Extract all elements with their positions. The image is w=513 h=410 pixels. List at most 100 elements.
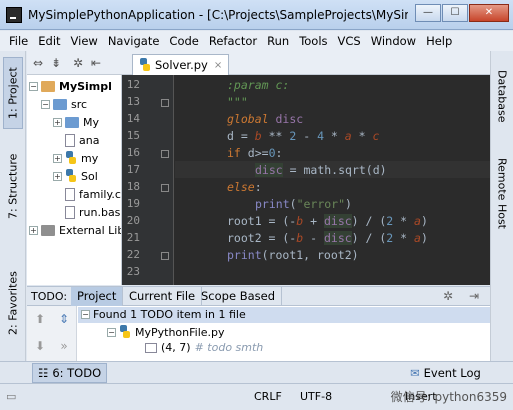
- tree-item-external-libraries[interactable]: + External Lib: [29, 221, 121, 239]
- python-file-icon: [119, 325, 131, 339]
- collapse-all-icon[interactable]: »: [57, 339, 71, 353]
- menu-vcs[interactable]: VCS: [333, 34, 366, 48]
- collapse-icon[interactable]: −: [29, 81, 38, 91]
- tab-structure[interactable]: 7: Structure: [3, 146, 23, 226]
- expand-icon[interactable]: +: [29, 225, 38, 235]
- scroll-from-source-icon[interactable]: ⇔: [31, 56, 45, 70]
- todo-item-row[interactable]: (4, 7) # todo smth: [145, 341, 263, 354]
- menu-code[interactable]: Code: [164, 34, 203, 48]
- fold-marker-icon[interactable]: [161, 99, 169, 107]
- tree-root[interactable]: − MySimpl: [29, 77, 112, 95]
- line-number: 22: [126, 248, 140, 261]
- file-icon: [65, 205, 75, 219]
- menu-run[interactable]: Run: [262, 34, 294, 48]
- fold-marker-icon[interactable]: [161, 150, 169, 158]
- collapse-icon[interactable]: −: [81, 310, 90, 319]
- close-tab-icon[interactable]: ×: [214, 60, 222, 71]
- todo-title: TODO:: [31, 290, 68, 303]
- minimize-button[interactable]: —: [415, 4, 441, 22]
- project-tree: − MySimpl − src + My ana + my + Sol fami…: [27, 75, 122, 285]
- arrow-up-icon[interactable]: ⬆: [33, 312, 47, 326]
- tab-favorites[interactable]: 2: Favorites: [3, 266, 23, 341]
- tab-event-log[interactable]: ✉ Event Log: [405, 363, 486, 383]
- fold-marker-icon[interactable]: [161, 184, 169, 192]
- tree-item-label: src: [71, 97, 88, 111]
- tree-item-label: my: [81, 151, 99, 165]
- fold-marker-icon[interactable]: [161, 252, 169, 260]
- tab-todo-current-file[interactable]: Current File: [123, 287, 203, 306]
- line-number: 18: [126, 180, 140, 193]
- gear-icon[interactable]: ✲: [441, 289, 455, 303]
- file-icon: [65, 187, 75, 201]
- collapse-icon[interactable]: −: [107, 327, 116, 337]
- editor-tab-bar: Solver.py ×: [122, 51, 490, 75]
- bottom-tool-tabs: ☷ 6: TODO ✉ Event Log: [0, 361, 513, 383]
- menu-navigate[interactable]: Navigate: [103, 34, 165, 48]
- tree-item-label: ana: [79, 133, 100, 147]
- tree-item-file[interactable]: family.c: [65, 185, 121, 203]
- expand-icon[interactable]: +: [53, 153, 62, 163]
- tree-item-file[interactable]: + Sol: [53, 167, 98, 185]
- menu-help[interactable]: Help: [421, 34, 457, 48]
- hide-panel-icon[interactable]: ⇥: [467, 289, 481, 303]
- menu-window[interactable]: Window: [366, 34, 421, 48]
- title-bar: MySimplePythonApplication - [C:\Projects…: [0, 0, 513, 30]
- menu-refactor[interactable]: Refactor: [204, 34, 262, 48]
- tree-item-file[interactable]: run.bas: [65, 203, 120, 221]
- close-button[interactable]: ✕: [469, 4, 509, 22]
- tree-item-file[interactable]: + my: [53, 149, 98, 167]
- tree-item-package[interactable]: + My: [53, 113, 99, 131]
- tab-database[interactable]: Database: [493, 61, 511, 131]
- hide-panel-icon[interactable]: ⇤: [89, 56, 103, 70]
- gear-icon[interactable]: ✲: [71, 56, 85, 70]
- todo-panel: ⬆ ⇕ ⬇ » − Found 1 TODO item in 1 file − …: [27, 306, 490, 361]
- arrow-down-icon[interactable]: ⬇: [33, 339, 47, 353]
- tree-item-file[interactable]: ana: [65, 131, 99, 149]
- menu-file[interactable]: File: [4, 34, 33, 48]
- menu-edit[interactable]: Edit: [33, 34, 65, 48]
- collapse-all-icon[interactable]: ⇟: [49, 56, 63, 70]
- todo-item-position: (4, 7): [161, 341, 191, 354]
- line-number: 17: [126, 163, 140, 176]
- project-toolbar: ⇔ ⇟ ✲ ⇤: [27, 51, 122, 75]
- todo-icon: ☷: [38, 366, 49, 380]
- line-number: 14: [126, 112, 140, 125]
- expand-icon[interactable]: +: [53, 117, 62, 127]
- maximize-button[interactable]: ☐: [442, 4, 468, 22]
- code-line: print("error"): [255, 197, 352, 211]
- file-encoding[interactable]: UTF-8: [300, 390, 332, 403]
- todo-file-row[interactable]: − MyPythonFile.py: [107, 325, 225, 339]
- line-separator[interactable]: CRLF: [254, 390, 282, 403]
- tab-todo-scope-based[interactable]: Scope Based: [195, 287, 282, 306]
- todo-summary: Found 1 TODO item in 1 file: [93, 308, 246, 321]
- collapse-icon[interactable]: −: [41, 99, 50, 109]
- tab-project-label: 1: Project: [6, 67, 20, 119]
- line-number: 23: [126, 265, 140, 278]
- expand-all-icon[interactable]: ⇕: [57, 312, 71, 326]
- code-editor[interactable]: 12 13 14 15 16 17 18 19 20 21 22 23 :par…: [122, 75, 490, 285]
- tab-project[interactable]: 1: Project: [3, 57, 23, 129]
- window-title: MySimplePythonApplication - [C:\Projects…: [28, 7, 408, 22]
- code-line: global disc: [227, 112, 304, 126]
- line-number: 21: [126, 231, 140, 244]
- line-number: 16: [126, 146, 140, 159]
- tab-label: Solver.py: [155, 58, 208, 72]
- right-tool-strip: Database Remote Host: [490, 51, 513, 361]
- tab-remote-host[interactable]: Remote Host: [493, 151, 511, 236]
- tab-todo[interactable]: ☷ 6: TODO: [32, 363, 108, 383]
- todo-summary-row[interactable]: − Found 1 TODO item in 1 file: [81, 308, 246, 321]
- line-number: 20: [126, 214, 140, 227]
- status-toggle-icon[interactable]: ▭: [6, 390, 16, 403]
- code-line: """: [227, 95, 248, 109]
- code-line: print(root1, root2): [227, 248, 359, 262]
- menu-tools[interactable]: Tools: [294, 34, 332, 48]
- tab-todo-project[interactable]: Project: [71, 287, 124, 306]
- tree-item-src[interactable]: − src: [41, 95, 87, 113]
- tab-solver-py[interactable]: Solver.py ×: [132, 54, 230, 75]
- tab-structure-label: 7: Structure: [6, 153, 20, 219]
- code-line: root1 = (-b + disc) / (2 * a): [227, 214, 428, 228]
- expand-icon[interactable]: +: [53, 171, 62, 181]
- status-bar: ▭ CRLF UTF-8 Insert 微信号: python6359: [0, 383, 513, 410]
- menu-view[interactable]: View: [66, 34, 103, 48]
- todo-toolbar: ⬆ ⇕ ⬇ »: [27, 306, 77, 361]
